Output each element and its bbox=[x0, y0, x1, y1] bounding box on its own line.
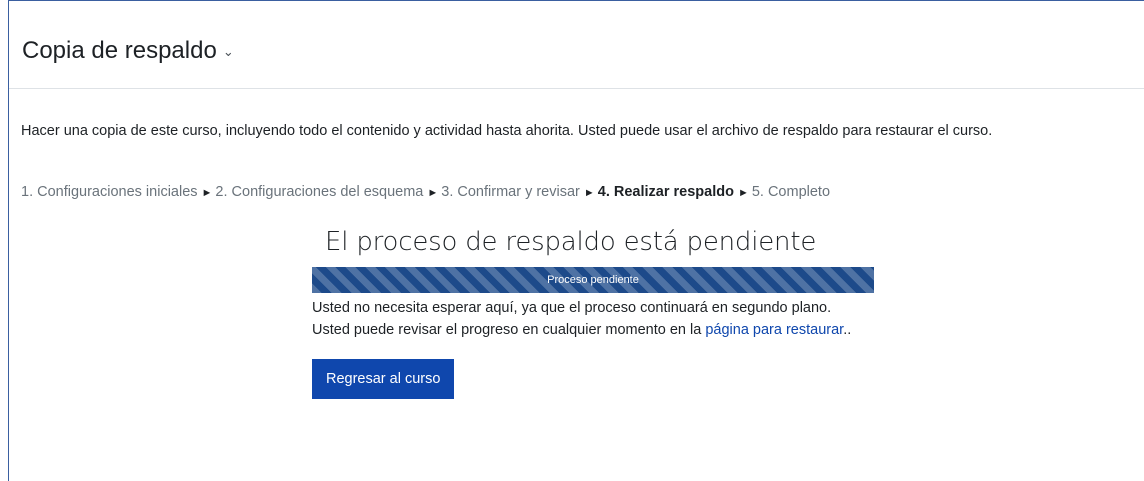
return-to-course-button[interactable]: Regresar al curso bbox=[312, 359, 455, 399]
step-5: 5. Completo bbox=[751, 184, 831, 200]
status-message-line1: Usted no necesita esperar aquí, ya que e… bbox=[312, 300, 832, 316]
page-header: Copia de respaldo ⌄ bbox=[9, 1, 1144, 89]
page-frame: Copia de respaldo ⌄ Hacer una copia de es… bbox=[8, 0, 1144, 481]
intro-text: Hacer una copia de este curso, incluyend… bbox=[21, 123, 993, 139]
status-message-line2-suffix: .. bbox=[843, 322, 852, 338]
page-title-text: Copia de respaldo bbox=[22, 37, 217, 64]
chevron-down-icon[interactable]: ⌄ bbox=[223, 38, 234, 66]
status-heading: El proceso de respaldo está pendiente bbox=[325, 227, 817, 257]
progress-bar: Proceso pendiente bbox=[312, 267, 874, 293]
restore-page-link[interactable]: página para restaurar bbox=[705, 322, 843, 338]
progress-label: Proceso pendiente bbox=[547, 274, 639, 286]
backup-steps-breadcrumb: 1. Configuraciones iniciales ► 2. Configur… bbox=[21, 183, 830, 202]
step-3: 3. Confirmar y revisar bbox=[441, 184, 580, 200]
status-message: Usted no necesita esperar aquí, ya que e… bbox=[312, 297, 872, 341]
step-arrow-icon: ► bbox=[737, 187, 749, 199]
page-title: Copia de respaldo ⌄ bbox=[22, 37, 234, 66]
step-4-current: 4. Realizar respaldo bbox=[597, 184, 734, 200]
step-arrow-icon: ► bbox=[583, 187, 595, 199]
backup-status-panel: El proceso de respaldo está pendiente Pr… bbox=[312, 226, 877, 399]
status-message-line2-prefix: Usted puede revisar el progreso en cualq… bbox=[312, 322, 706, 338]
step-2: 2. Configuraciones del esquema bbox=[215, 184, 424, 200]
step-1: 1. Configuraciones iniciales bbox=[21, 184, 198, 200]
step-arrow-icon: ► bbox=[427, 187, 439, 199]
step-arrow-icon: ► bbox=[201, 187, 213, 199]
